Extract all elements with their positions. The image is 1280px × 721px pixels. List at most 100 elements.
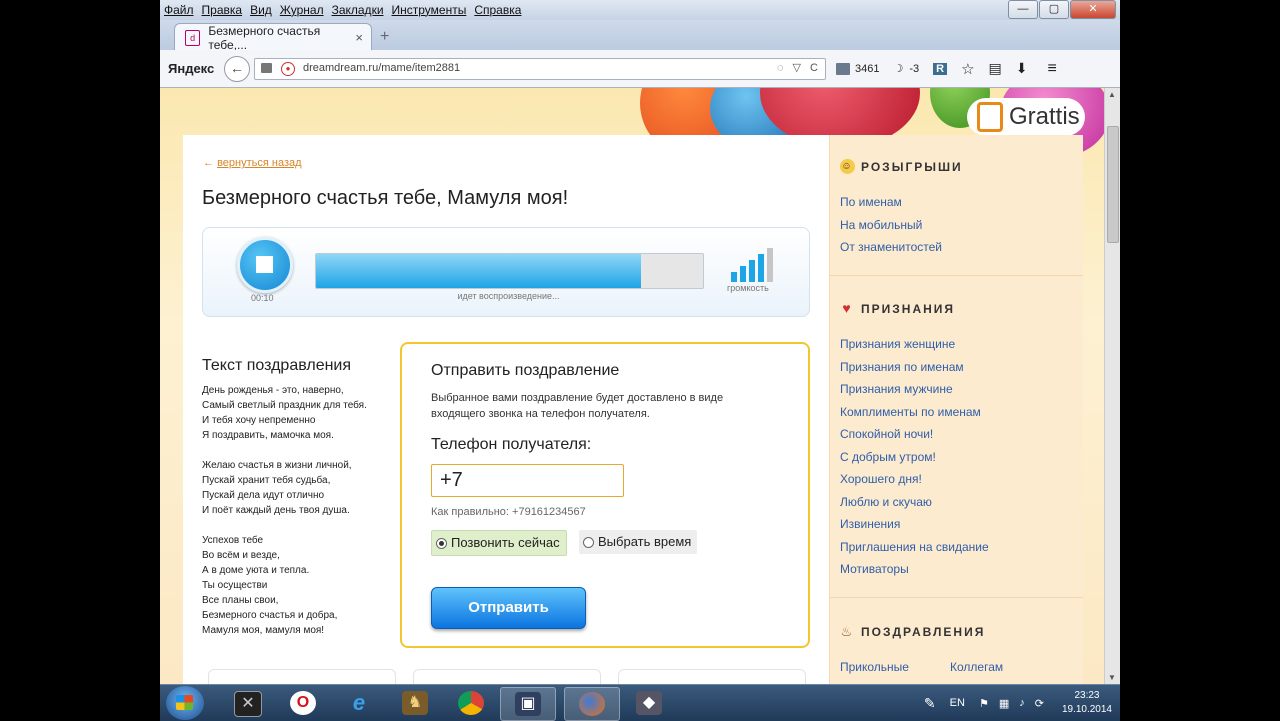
addon-button[interactable]: R bbox=[933, 62, 948, 75]
network-icon[interactable]: ▦ bbox=[999, 697, 1009, 710]
sidebar-link[interactable]: Прикольные bbox=[840, 660, 909, 674]
card-2[interactable] bbox=[413, 669, 601, 684]
maximize-button[interactable]: ▢ bbox=[1039, 0, 1069, 19]
card-3[interactable] bbox=[618, 669, 806, 684]
start-button[interactable] bbox=[166, 686, 204, 720]
poem-line: День рожденья - это, наверно, bbox=[202, 385, 344, 396]
sidebar-link[interactable]: Коллегам bbox=[950, 660, 1003, 674]
page-favicon-icon: d bbox=[185, 29, 201, 46]
menu-tools[interactable]: Инструменты bbox=[388, 3, 471, 17]
moon-icon: ☽ bbox=[893, 63, 904, 75]
call-now-radio[interactable]: Позвонить сейчас bbox=[431, 530, 567, 556]
system-tray: ✎ EN ⚑ ▦ ♪ ⟳ 23:23 19.10.2014 bbox=[924, 685, 1112, 721]
tab-active[interactable]: d Безмерного счастья тебе,... × bbox=[174, 23, 372, 52]
card-1[interactable] bbox=[208, 669, 396, 684]
phone-input[interactable] bbox=[431, 464, 624, 497]
vertical-scrollbar[interactable]: ▲ ▼ bbox=[1104, 88, 1120, 684]
menu-edit[interactable]: Правка bbox=[198, 3, 247, 17]
sidebar-link[interactable]: Признания женщине bbox=[840, 337, 955, 351]
tab-close-icon[interactable]: × bbox=[355, 30, 363, 45]
url-text[interactable]: dreamdream.ru/mame/item2881 bbox=[303, 62, 460, 74]
taskbar-app-game[interactable]: ♞ bbox=[388, 687, 442, 719]
bookmark-star-icon[interactable]: ☆ bbox=[961, 60, 974, 78]
address-bar[interactable]: ● dreamdream.ru/mame/item2881 ◌ ▽ C bbox=[254, 58, 826, 80]
poem-line: Ты осуществи bbox=[202, 580, 268, 591]
mail-count: 3461 bbox=[855, 62, 880, 75]
poem-line: Пускай дела идут отлично bbox=[202, 490, 325, 501]
pen-icon[interactable]: ✎ bbox=[924, 695, 936, 712]
scroll-down-icon[interactable]: ▼ bbox=[1108, 673, 1116, 682]
clock[interactable]: 23:23 19.10.2014 bbox=[1062, 689, 1112, 717]
sidebar-link[interactable]: С добрым утром! bbox=[840, 450, 936, 464]
divider bbox=[830, 275, 1083, 276]
scroll-up-icon[interactable]: ▲ bbox=[1108, 90, 1116, 99]
minimize-button[interactable]: — bbox=[1008, 0, 1038, 19]
volume-icon[interactable] bbox=[731, 248, 775, 282]
navigation-bar: Яндекс ← ● dreamdream.ru/mame/item2881 ◌… bbox=[160, 50, 1120, 88]
sidebar-link[interactable]: Спокойной ночи! bbox=[840, 427, 933, 441]
mail-widget[interactable]: 3461 bbox=[836, 62, 880, 75]
sidebar-link[interactable]: Хорошего дня! bbox=[840, 472, 922, 486]
section-pranks-heading: ☺ РОЗЫГРЫШИ bbox=[840, 159, 963, 174]
choose-time-radio[interactable]: Выбрать время bbox=[579, 530, 698, 554]
poem-text: День рожденья - это, наверно, Самый светл… bbox=[202, 383, 392, 638]
taskbar-app-save[interactable]: ▣ bbox=[500, 687, 556, 721]
taskbar-app-terminal[interactable]: ✕ bbox=[220, 687, 274, 719]
sidebar-link[interactable]: По именам bbox=[840, 195, 902, 209]
sidebar-link[interactable]: Комплименты по именам bbox=[840, 405, 981, 419]
back-button[interactable]: ← bbox=[224, 56, 250, 82]
update-icon[interactable]: ⟳ bbox=[1035, 697, 1044, 710]
send-button[interactable]: Отправить bbox=[431, 587, 586, 629]
language-indicator[interactable]: EN bbox=[950, 697, 965, 709]
call-now-label: Позвонить сейчас bbox=[451, 535, 560, 550]
window-controls: — ▢ ✕ bbox=[1007, 0, 1116, 19]
flag-icon[interactable]: ⚑ bbox=[979, 697, 989, 710]
taskbar-app-firefox[interactable] bbox=[564, 687, 620, 721]
sidebar-link[interactable]: Мотиваторы bbox=[840, 562, 909, 576]
poem-line: И поёт каждый день твоя душа. bbox=[202, 505, 350, 516]
sidebar-link[interactable]: На мобильный bbox=[840, 218, 922, 232]
taskbar-app-opera[interactable]: O bbox=[276, 687, 330, 719]
menu-help[interactable]: Справка bbox=[470, 3, 525, 17]
player-time: 00:10 bbox=[251, 293, 274, 303]
taskbar-app-ie[interactable]: e bbox=[332, 687, 386, 719]
yandex-logo[interactable]: Яндекс bbox=[168, 61, 214, 76]
menu-file[interactable]: Файл bbox=[160, 3, 198, 17]
downloads-icon[interactable]: ⬇ bbox=[1016, 60, 1028, 77]
menu-hamburger-icon[interactable]: ≡ bbox=[1048, 60, 1057, 78]
scroll-thumb[interactable] bbox=[1107, 126, 1119, 243]
weather-widget[interactable]: ☽ -3 bbox=[893, 62, 919, 76]
taskbar-app-chrome[interactable] bbox=[444, 687, 498, 719]
choose-time-label: Выбрать время bbox=[598, 534, 692, 549]
taskbar-app-misc[interactable]: ◆ bbox=[622, 687, 676, 719]
sidebar-link[interactable]: Признания по именам bbox=[840, 360, 964, 374]
terminal-icon: ✕ bbox=[234, 691, 262, 717]
sidebar-link[interactable]: Извинения bbox=[840, 517, 900, 531]
browser-window: Файл Правка Вид Журнал Закладки Инструме… bbox=[160, 0, 1120, 720]
progress-bar[interactable] bbox=[315, 253, 704, 289]
phone-hint: Как правильно: +79161234567 bbox=[431, 506, 586, 518]
main-content: ← вернуться назад Безмерного счастья теб… bbox=[183, 135, 829, 684]
new-tab-button[interactable]: + bbox=[380, 28, 389, 46]
section-title: ПРИЗНАНИЯ bbox=[861, 301, 956, 316]
bookmarks-list-icon[interactable]: ▤ bbox=[989, 60, 1002, 77]
menu-history[interactable]: Журнал bbox=[276, 3, 328, 17]
stop-button[interactable] bbox=[237, 237, 293, 293]
back-link-text[interactable]: вернуться назад bbox=[217, 157, 301, 169]
site-icon: ● bbox=[281, 62, 295, 76]
sidebar-link[interactable]: Признания мужчине bbox=[840, 382, 953, 396]
volume-tray-icon[interactable]: ♪ bbox=[1019, 697, 1025, 709]
menu-view[interactable]: Вид bbox=[246, 3, 276, 17]
section-confessions-heading: ♥ ПРИЗНАНИЯ bbox=[840, 301, 955, 316]
url-actions-icons[interactable]: ◌ ▽ C bbox=[777, 61, 821, 74]
stop-icon bbox=[256, 256, 273, 273]
sidebar-link[interactable]: Приглашения на свидание bbox=[840, 540, 989, 554]
back-link[interactable]: ← вернуться назад bbox=[203, 157, 302, 169]
brand-logo[interactable]: Grattis bbox=[967, 98, 1085, 136]
sidebar-link[interactable]: Люблю и скучаю bbox=[840, 495, 932, 509]
sidebar-link[interactable]: От знаменитостей bbox=[840, 240, 942, 254]
menu-bookmarks[interactable]: Закладки bbox=[328, 3, 388, 17]
tiles-icon[interactable] bbox=[261, 63, 272, 73]
close-button[interactable]: ✕ bbox=[1070, 0, 1116, 19]
tab-title: Безмерного счастья тебе,... bbox=[208, 23, 321, 52]
